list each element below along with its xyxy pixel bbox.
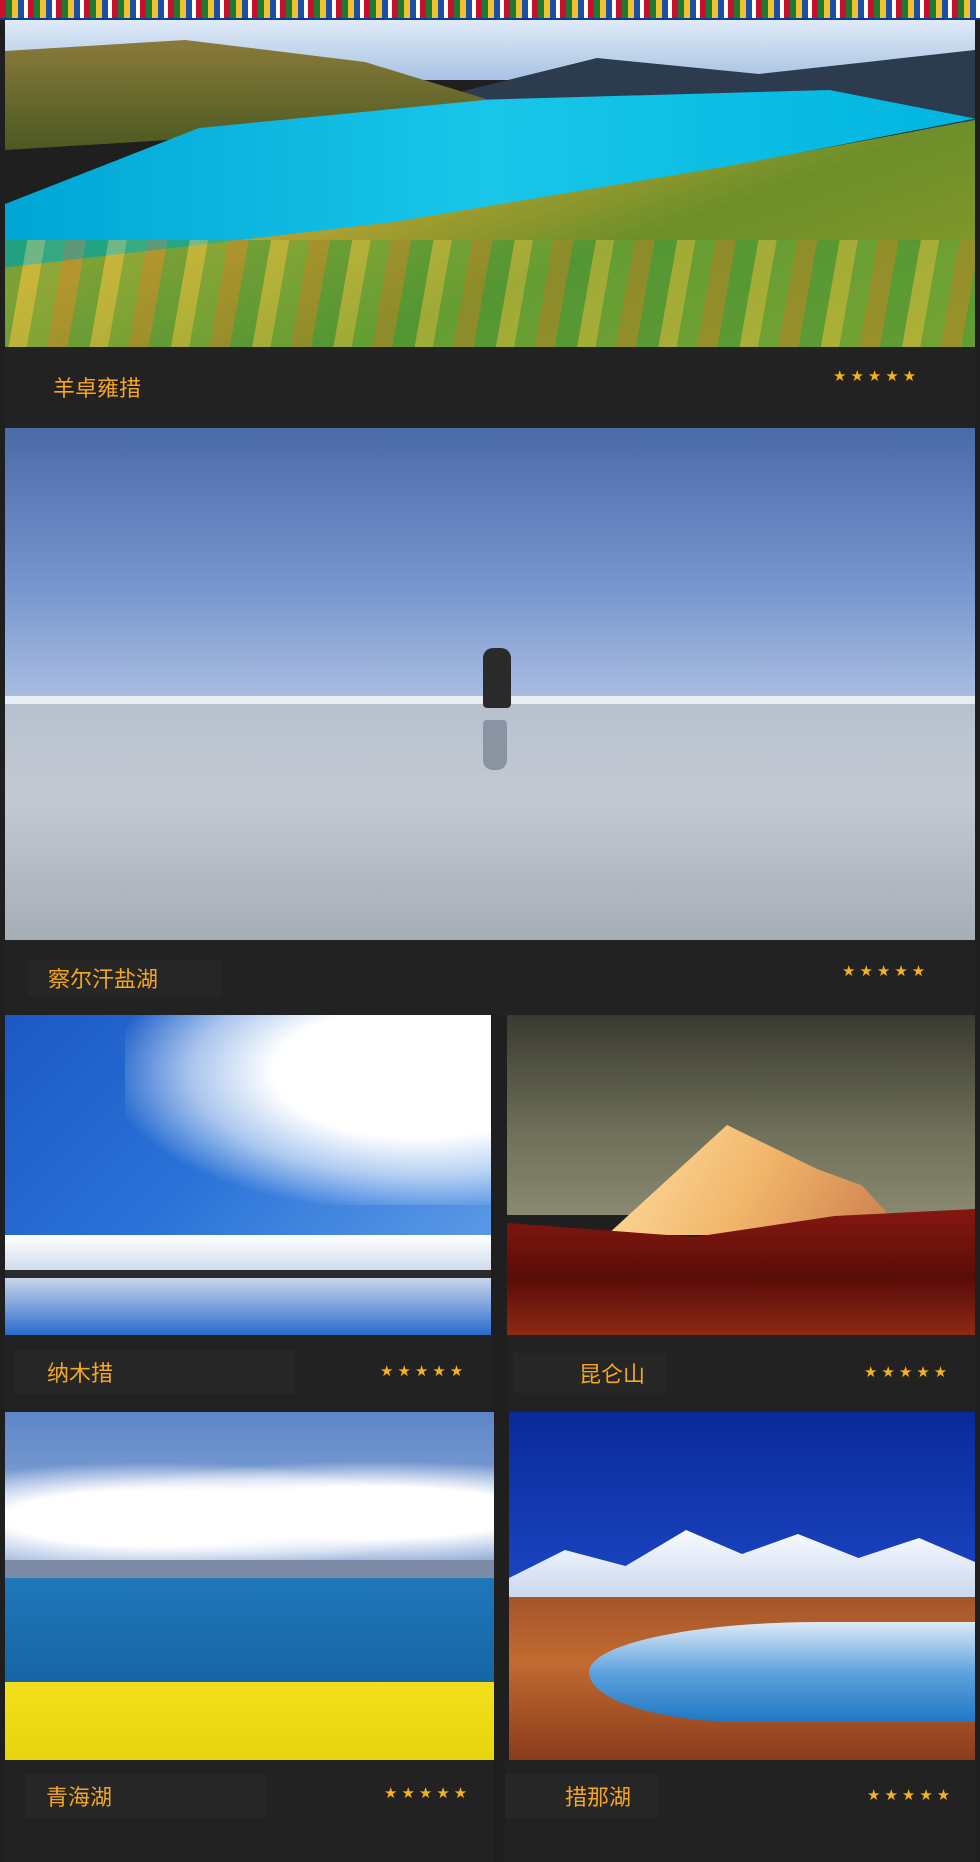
landscape-image	[5, 428, 975, 940]
photo-qarhan-salt-lake[interactable]	[5, 428, 975, 940]
landscape-image	[507, 1015, 975, 1335]
person-figure	[483, 648, 511, 708]
caption-bar: 纳木措 ★★★★★	[5, 1335, 491, 1412]
destination-name[interactable]: 察尔汗盐湖	[28, 960, 222, 996]
photo-qinghai-lake[interactable]	[5, 1412, 494, 1760]
rating-stars: ★★★★★	[842, 962, 930, 980]
destination-name[interactable]: 昆仑山	[513, 1353, 667, 1393]
caption-bar: 昆仑山 ★★★★★	[507, 1335, 975, 1412]
destination-name[interactable]: 措那湖	[505, 1774, 659, 1818]
rating-stars: ★★★★★	[380, 1362, 468, 1380]
landscape-image	[5, 1015, 491, 1335]
decorative-border	[0, 0, 980, 20]
destination-name[interactable]: 纳木措	[15, 1350, 295, 1394]
rating-stars: ★★★★★	[384, 1784, 472, 1802]
destination-name[interactable]: 羊卓雍措	[53, 367, 193, 407]
landscape-image	[5, 1412, 494, 1760]
photo-kunlun-mountain[interactable]	[507, 1015, 975, 1335]
photo-namtso-lake[interactable]	[5, 1015, 491, 1335]
landscape-image	[509, 1412, 975, 1760]
caption-bar: 羊卓雍措 ★★★★★	[5, 347, 975, 428]
caption-bar: 措那湖 ★★★★★	[505, 1760, 975, 1862]
photo-cuona-lake[interactable]	[509, 1412, 975, 1760]
rating-stars: ★★★★★	[867, 1786, 955, 1804]
caption-bar: 青海湖 ★★★★★	[5, 1760, 494, 1862]
photo-yamdrok-lake[interactable]	[5, 20, 975, 347]
caption-bar: 察尔汗盐湖 ★★★★★	[5, 940, 975, 1015]
rating-stars: ★★★★★	[864, 1363, 952, 1381]
landscape-image	[5, 20, 975, 347]
destination-name[interactable]: 青海湖	[25, 1774, 267, 1818]
rating-stars: ★★★★★	[833, 367, 921, 385]
